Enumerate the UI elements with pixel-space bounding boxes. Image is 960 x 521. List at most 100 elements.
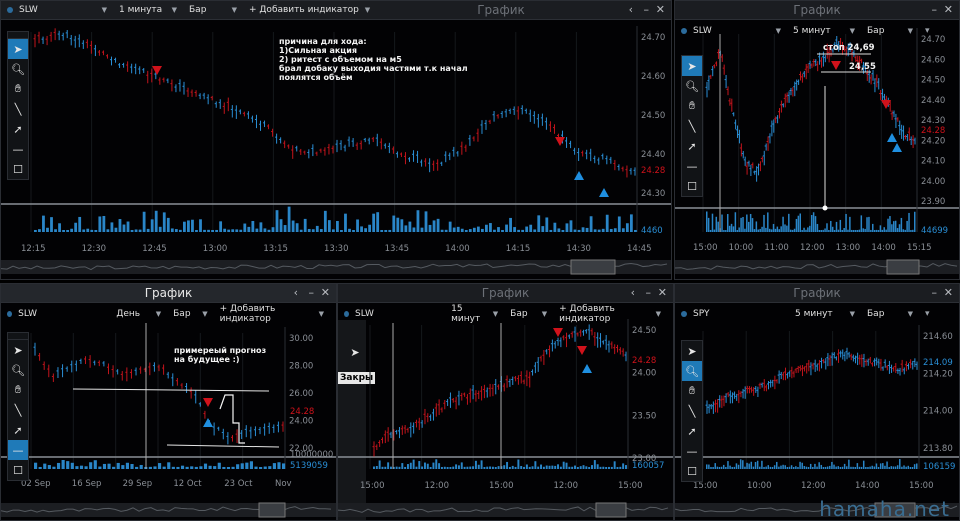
close-icon[interactable]: ✕ <box>944 286 953 299</box>
volume-bar <box>585 227 589 232</box>
volume-bar <box>721 214 723 232</box>
volume-bar <box>706 211 708 232</box>
hand-icon[interactable]: ✋︎ <box>682 96 702 116</box>
minimize-icon[interactable]: – <box>932 286 938 299</box>
close-icon[interactable]: ✕ <box>658 286 667 299</box>
volume-bar <box>503 465 506 469</box>
pointer-icon[interactable]: ➤ <box>8 340 28 360</box>
rect-icon[interactable]: ☐ <box>682 176 702 196</box>
volume-bar <box>837 229 840 232</box>
volume-bar <box>47 465 51 469</box>
rect-icon[interactable]: ☐ <box>8 159 28 179</box>
panel-titlebar[interactable]: График – ✕ <box>675 284 959 303</box>
volume-bar <box>582 465 585 469</box>
toolbar-grip[interactable] <box>8 32 28 39</box>
close-icon[interactable]: ✕ <box>944 3 953 16</box>
arrow-icon[interactable]: ➚ <box>682 421 702 441</box>
volume-bar <box>506 461 509 469</box>
minimize-icon[interactable]: – <box>932 3 938 16</box>
buy-arrow-icon <box>892 143 902 152</box>
volume-bar <box>420 227 424 232</box>
line-icon[interactable]: ╲ <box>682 116 702 136</box>
arrow-icon[interactable]: ➚ <box>8 420 28 440</box>
line-icon[interactable]: ╲ <box>8 99 28 119</box>
back-icon[interactable]: ‹ <box>631 286 635 299</box>
hline-icon[interactable]: — <box>8 139 28 159</box>
volume-bar <box>521 229 525 232</box>
line-icon[interactable]: ╲ <box>8 400 28 420</box>
hand-icon[interactable]: ✋︎ <box>8 79 28 99</box>
volume-bar <box>89 462 93 469</box>
back-icon[interactable]: ‹ <box>629 3 633 16</box>
volume-bar <box>489 466 492 469</box>
volume-value-label: 106159 <box>923 462 955 472</box>
rect-icon[interactable]: ☐ <box>682 461 702 481</box>
volume-bar <box>891 224 893 232</box>
volume-bar <box>549 229 553 232</box>
hline-icon[interactable]: — <box>682 156 702 176</box>
link-dot-icon[interactable] <box>7 7 13 13</box>
volume-bar <box>877 466 880 469</box>
line-icon[interactable]: ╲ <box>682 401 702 421</box>
volume-bar <box>757 229 760 232</box>
volume-bar <box>805 229 807 232</box>
interval-select[interactable]: 1 минута ▼ <box>119 5 177 15</box>
zoom-icon[interactable]: 🔍︎ <box>682 76 702 96</box>
volume-bar <box>525 226 529 232</box>
chart-type-select[interactable]: Бар ▼ <box>189 5 237 15</box>
arrow-icon[interactable]: ➚ <box>682 136 702 156</box>
panel-titlebar[interactable]: График ‹ – ✕ <box>338 284 673 303</box>
volume-bar <box>571 466 574 469</box>
back-icon[interactable]: ‹ <box>294 286 298 299</box>
zoom-icon[interactable]: 🔍︎ <box>682 361 702 381</box>
volume-bar <box>852 466 854 469</box>
price-chart[interactable]: 214.60 214.20 214.00 213.80 15:00 10:00 12:00 1… <box>675 303 959 521</box>
arrow-icon[interactable]: ➚ <box>8 119 28 139</box>
x-axis-tick-label: 15:00 <box>360 481 385 491</box>
minimize-icon[interactable]: – <box>646 286 652 299</box>
panel-titlebar[interactable]: SLW ▼ 1 минута ▼ Бар ▼ + Добавить индикатор… <box>1 1 671 20</box>
volume-bar <box>896 228 899 232</box>
volume-bar <box>828 229 830 232</box>
volume-bar <box>56 462 61 469</box>
hline-icon[interactable]: — <box>682 441 702 461</box>
minimize-icon[interactable]: – <box>644 3 650 16</box>
close-icon[interactable]: ✕ <box>321 286 330 299</box>
volume-bar <box>848 459 850 469</box>
pointer-icon[interactable]: ➤ <box>8 39 28 59</box>
y-axis-tick-label: 24.60 <box>641 72 665 82</box>
volume-bar <box>460 228 464 232</box>
rect-icon[interactable]: ☐ <box>8 460 28 480</box>
price-chart[interactable]: 24.70 24.60 24.50 24.40 24.30 24.20 24.10 24.00… <box>675 20 959 280</box>
panel-titlebar[interactable]: График – ✕ <box>675 1 959 20</box>
volume-bar <box>778 466 780 469</box>
toolbar-grip[interactable] <box>8 333 28 340</box>
volume-bar <box>356 219 359 232</box>
price-chart[interactable]: 24.5024.0023.5023.0015:00 12:00 15:00 12:00… <box>338 303 673 521</box>
zoom-icon[interactable]: 🔍︎ <box>8 360 28 380</box>
volume-bar <box>178 229 182 232</box>
volume-bar <box>585 466 588 469</box>
close-icon[interactable]: ✕ <box>656 3 665 16</box>
symbol-select[interactable]: SLW ▼ <box>19 5 107 15</box>
hline-icon[interactable]: — <box>8 440 28 460</box>
volume-bar <box>245 462 249 469</box>
volume-value-label: 44699 <box>921 226 948 236</box>
price-chart[interactable]: 30.0028.0026.0024.0022.0002 Sep 16 Sep 29 … <box>1 303 336 521</box>
volume-bar <box>485 224 488 232</box>
volume-bar <box>336 221 339 232</box>
hand-icon[interactable]: ✋︎ <box>682 381 702 401</box>
pointer-icon[interactable]: ➤ <box>682 341 702 361</box>
volume-bar <box>581 227 585 232</box>
minimize-icon[interactable]: – <box>309 286 315 299</box>
volume-bar <box>477 464 480 469</box>
volume-bar <box>446 466 449 469</box>
volume-bar <box>509 217 512 232</box>
pointer-icon[interactable]: ➤ <box>682 56 702 76</box>
zoom-icon[interactable]: 🔍︎ <box>8 59 28 79</box>
hand-icon[interactable]: ✋︎ <box>8 380 28 400</box>
volume-bar <box>493 229 496 232</box>
sell-arrow-icon <box>152 66 162 75</box>
volume-bar <box>98 216 102 232</box>
panel-titlebar[interactable]: График ‹ – ✕ <box>1 284 336 303</box>
